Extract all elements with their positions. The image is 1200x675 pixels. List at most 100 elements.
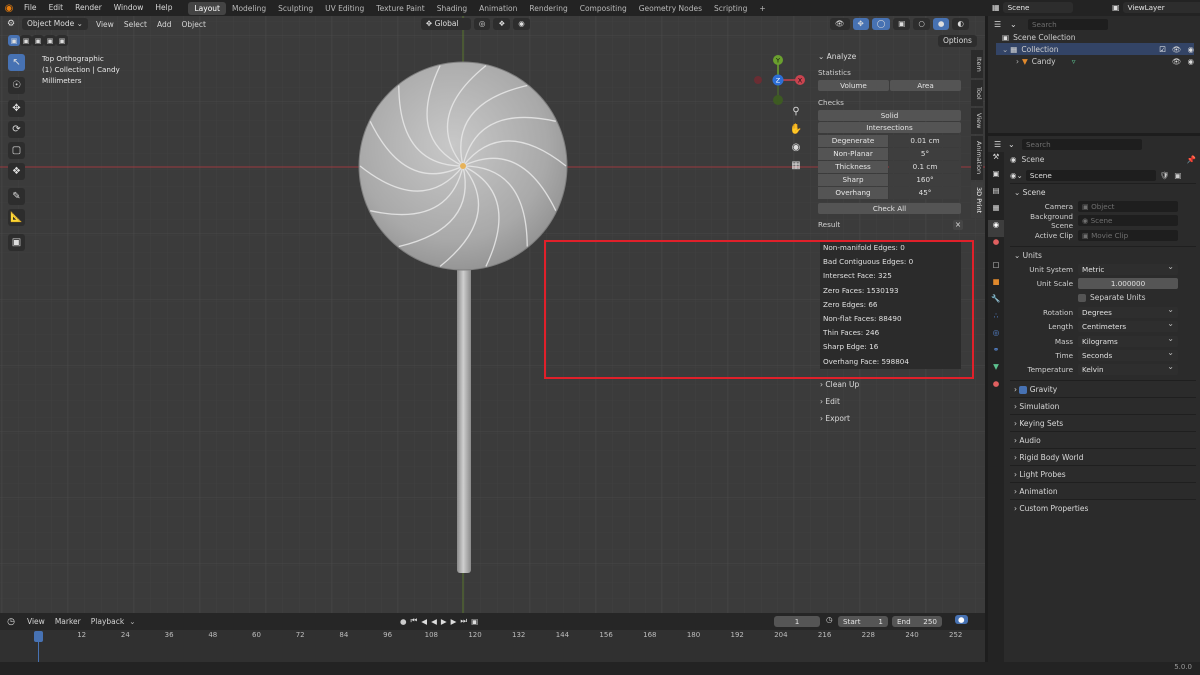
jump-end-icon[interactable]: ⏭ — [460, 616, 467, 626]
keying-sets-section-header[interactable]: › Keying Sets — [1010, 414, 1196, 431]
length-dropdown[interactable]: Centimeters — [1078, 318, 1178, 333]
workspace-tab-sculpting[interactable]: Sculpting — [272, 2, 319, 15]
new-scene-icon[interactable]: ▣ — [1174, 171, 1181, 180]
tab-3d-print[interactable]: 3D Print — [971, 182, 983, 218]
object-tab-icon[interactable]: ■ — [988, 277, 1004, 294]
close-result-icon[interactable]: × — [953, 220, 963, 230]
custom-properties-section-header[interactable]: › Custom Properties — [1010, 499, 1196, 516]
ortho-toggle-icon[interactable]: ▦ — [788, 160, 804, 178]
menu-file[interactable]: File — [18, 0, 43, 16]
active-clip-field[interactable]: ▣ Movie Clip — [1078, 229, 1178, 241]
workspace-tab-scripting[interactable]: Scripting — [708, 2, 753, 15]
menu-window[interactable]: Window — [108, 0, 150, 16]
playhead[interactable] — [34, 631, 43, 642]
snap-icon[interactable]: ❖ — [493, 18, 511, 30]
area-button[interactable]: Area — [890, 80, 961, 91]
workspace-tab-animation[interactable]: Animation — [473, 2, 523, 15]
background-scene-field[interactable]: ◉ Scene — [1078, 215, 1178, 227]
check-value[interactable]: 0.1 cm — [889, 161, 961, 173]
menu-edit[interactable]: Edit — [43, 0, 70, 16]
wireframe-shading-icon[interactable]: ○ — [913, 18, 930, 30]
rotate-tool-icon[interactable]: ⟳ — [8, 121, 25, 138]
workspace-tab-texture-paint[interactable]: Texture Paint — [370, 2, 430, 15]
scene-tab-icon[interactable]: ◉ — [988, 220, 1004, 237]
visibility-icon[interactable]: 👁 — [830, 18, 850, 30]
temperature-dropdown[interactable]: Kelvin — [1078, 361, 1178, 376]
modifier-tab-icon[interactable]: 🔧 — [988, 294, 1004, 311]
workspace-tab-uv-editing[interactable]: UV Editing — [319, 2, 370, 15]
menu-help[interactable]: Help — [149, 0, 178, 16]
scene-name-field[interactable]: Scene — [1002, 2, 1073, 13]
menu-render[interactable]: Render — [69, 0, 108, 16]
tab-tool[interactable]: Tool — [971, 80, 983, 106]
clean-up-section[interactable]: › Clean Up — [820, 376, 965, 393]
timeline-menu-playback[interactable]: Playback — [86, 617, 129, 626]
check-row-thickness[interactable]: Thickness 0.1 cm — [818, 161, 961, 173]
pivot-point-icon[interactable]: ◎ — [473, 18, 491, 30]
current-frame-field[interactable]: 1 — [774, 616, 820, 627]
viewlayer-name-field[interactable]: ViewLayer — [1122, 2, 1200, 13]
outliner-filter-icon[interactable]: ⌄ — [1010, 20, 1028, 29]
keying-icon[interactable]: ▣ — [471, 617, 478, 626]
editor-type-icon[interactable]: ⚙ — [0, 19, 22, 29]
separate-units-checkbox[interactable] — [1078, 293, 1086, 302]
material-shading-icon[interactable]: ◐ — [952, 18, 969, 30]
export-section[interactable]: › Export — [820, 410, 965, 427]
fake-user-icon[interactable]: 🛡 — [1160, 171, 1170, 180]
outliner-search-input[interactable]: Search — [1028, 18, 1108, 30]
physics-tab-icon[interactable]: ◎ — [988, 328, 1004, 345]
tab-item[interactable]: Item — [971, 50, 983, 78]
keyframe-type-icon[interactable]: ● — [955, 615, 968, 624]
blender-logo-icon[interactable]: ◉ — [0, 3, 18, 14]
menu-object[interactable]: Object — [176, 20, 210, 29]
zoom-icon[interactable]: ⚲ — [788, 106, 804, 124]
collection-visibility-icon[interactable]: 👁 — [1172, 45, 1182, 54]
check-value[interactable]: 160° — [889, 174, 961, 186]
select-intersect-icon[interactable]: ▣ — [56, 35, 68, 46]
navigation-gizmo[interactable]: X Y Z — [752, 54, 808, 110]
next-keyframe-icon[interactable]: ▶ — [451, 617, 457, 626]
intersections-check-button[interactable]: Intersections — [818, 122, 961, 133]
unit-system-dropdown[interactable]: Metric — [1078, 261, 1178, 275]
tool-tab-icon[interactable]: ⚒ — [988, 152, 1004, 169]
check-value[interactable]: 45° — [889, 187, 961, 199]
properties-search-input[interactable]: Search — [1022, 138, 1142, 150]
workspace-tab-geometry-nodes[interactable]: Geometry Nodes — [633, 2, 708, 15]
candy-expand-icon[interactable]: › — [1016, 57, 1019, 66]
rotation-dropdown[interactable]: Degrees — [1078, 304, 1178, 319]
camera-field[interactable]: ▣ Object — [1078, 201, 1178, 212]
audio-section-header[interactable]: › Audio — [1010, 431, 1196, 448]
play-reverse-icon[interactable]: ◀ — [431, 617, 437, 626]
check-value[interactable]: 0.01 cm — [889, 135, 961, 147]
measure-tool-icon[interactable]: 📐 — [8, 209, 25, 226]
light-probes-section-header[interactable]: › Light Probes — [1010, 465, 1196, 482]
collection-camera-icon[interactable]: ◉ — [1187, 45, 1194, 54]
timeline-menu-view[interactable]: View — [22, 617, 50, 626]
check-all-button[interactable]: Check All — [818, 203, 961, 214]
constraints-tab-icon[interactable]: ⚭ — [988, 345, 1004, 362]
end-frame-field[interactable]: End 250 — [892, 616, 942, 627]
timeline-editor-icon[interactable]: ◷ — [0, 617, 22, 627]
menu-view[interactable]: View — [91, 20, 119, 29]
timeline-menu-marker[interactable]: Marker — [50, 617, 86, 626]
outliner-candy-row[interactable]: › ▼ Candy ▿ 👁 ◉ — [1002, 55, 1194, 67]
mode-dropdown[interactable]: Object Mode ⌄ — [22, 18, 88, 30]
check-row-overhang[interactable]: Overhang 45° — [818, 187, 961, 199]
scene-datablock-field[interactable]: Scene — [1025, 169, 1156, 181]
outliner-collection-row[interactable]: ⌄ ▦ Collection ☑ 👁 ◉ — [996, 43, 1194, 55]
pan-hand-icon[interactable]: ✋ — [788, 124, 804, 142]
analyze-section-header[interactable]: ⌄ Analyze — [818, 50, 968, 64]
menu-select[interactable]: Select — [119, 20, 152, 29]
move-tool-icon[interactable]: ✥ — [8, 100, 25, 117]
collection-expand-icon[interactable]: ⌄ — [1002, 45, 1008, 54]
outliner-editor-icon[interactable]: ☰ — [994, 20, 1010, 29]
volume-button[interactable]: Volume — [818, 80, 889, 91]
view-layer-tab-icon[interactable]: ▦ — [988, 203, 1004, 220]
options-dropdown[interactable]: Options — [938, 35, 980, 47]
particles-tab-icon[interactable]: ∴ — [988, 311, 1004, 328]
solid-check-button[interactable]: Solid — [818, 110, 961, 121]
timeline-ruler[interactable]: 1122436486072849610812013214415616818019… — [0, 630, 985, 643]
data-tab-icon[interactable]: ▼ — [988, 362, 1004, 379]
orientation-dropdown[interactable]: ✥ Global — [420, 18, 471, 30]
select-subtract-icon[interactable]: ▣ — [32, 35, 44, 46]
